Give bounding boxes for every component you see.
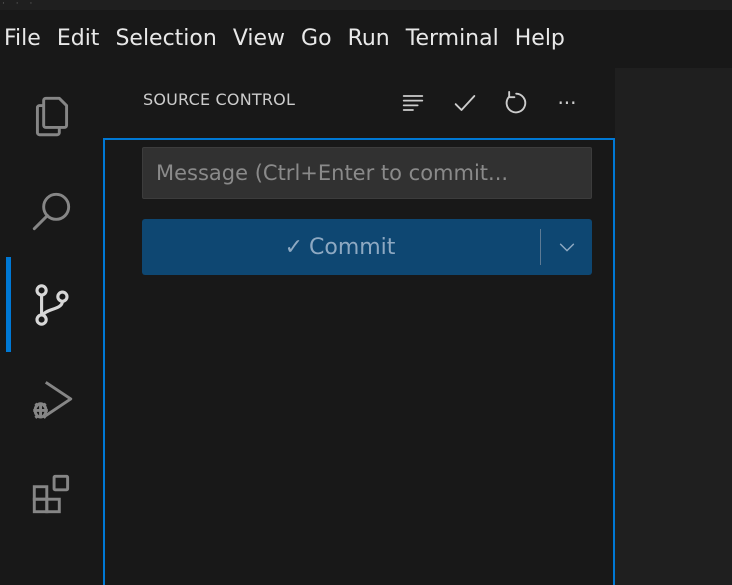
refresh-icon [505, 90, 527, 114]
commit-button[interactable]: ✓ Commit [142, 219, 592, 275]
source-control-icon [34, 283, 69, 326]
commit-button-label: Commit [309, 234, 396, 260]
chevron-down-icon [559, 243, 575, 252]
activity-search[interactable] [0, 163, 103, 258]
sidebar-title: SOURCE CONTROL [143, 90, 296, 109]
view-as-list-button[interactable] [396, 86, 430, 120]
more-actions-icon: ··· [557, 91, 577, 115]
search-icon [32, 192, 70, 230]
menu-go[interactable]: Go [293, 10, 340, 68]
menu-selection[interactable]: Selection [107, 10, 224, 68]
commit-check-icon: ✓ [284, 234, 303, 260]
menu-view[interactable]: View [225, 10, 293, 68]
menu-edit[interactable]: Edit [49, 10, 108, 68]
menu-bar: File Edit Selection View Go Run Terminal… [0, 10, 732, 68]
scm-pane: ✓ Commit [103, 138, 615, 585]
sidebar-header: SOURCE CONTROL ··· [103, 68, 615, 138]
editor-area [615, 68, 732, 585]
source-control-sidebar: SOURCE CONTROL ··· Message (Ctrl+Enter t… [103, 68, 615, 585]
commit-check-button[interactable] [448, 86, 482, 120]
menu-help[interactable]: Help [507, 10, 573, 68]
activity-run-debug[interactable] [0, 352, 103, 447]
extensions-icon [32, 474, 69, 513]
menu-file[interactable]: File [0, 10, 49, 68]
activity-explorer[interactable] [0, 68, 103, 163]
commit-button-separator [540, 229, 541, 265]
check-icon [454, 95, 476, 111]
commit-dropdown-button[interactable] [542, 219, 592, 275]
files-icon [35, 96, 68, 136]
activity-source-control[interactable] [0, 257, 103, 352]
commit-message-input[interactable] [142, 147, 592, 199]
commit-button-main[interactable]: ✓ Commit [142, 219, 538, 275]
menu-run[interactable]: Run [340, 10, 398, 68]
activity-extensions[interactable] [0, 446, 103, 541]
refresh-button[interactable] [498, 86, 532, 120]
vscode-window: · · ·· · · File Edit Selection View Go R… [0, 0, 732, 585]
list-view-icon [402, 95, 424, 111]
run-debug-icon [32, 380, 72, 419]
activity-bar [0, 68, 103, 585]
more-actions-button[interactable]: ··· [550, 86, 584, 120]
menu-terminal[interactable]: Terminal [398, 10, 507, 68]
